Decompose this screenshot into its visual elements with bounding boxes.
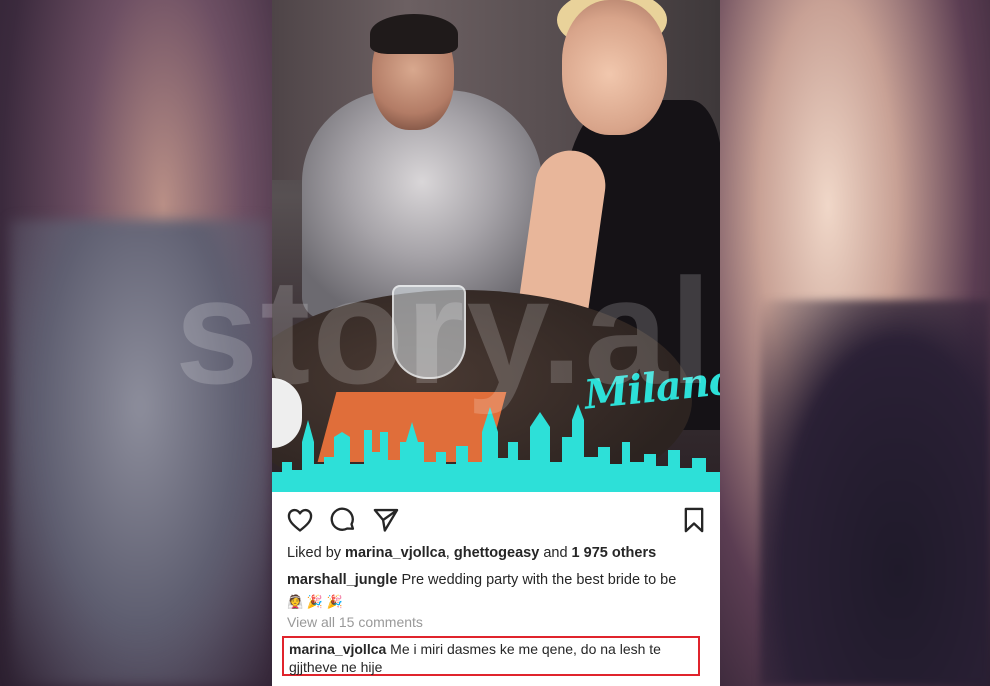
blurred-background-right [720, 0, 990, 686]
post-caption: marshall_jungle Pre wedding party with t… [287, 570, 707, 613]
photo-man-hair [370, 14, 458, 54]
blurred-background-left [0, 0, 272, 686]
milano-skyline-sticker [272, 404, 720, 492]
likes-and: and [543, 545, 568, 561]
likes-summary: Liked by marina_vjollca, ghettogeasy and… [287, 545, 656, 561]
liker-link[interactable]: marina_vjollca [345, 545, 446, 561]
instagram-post-card: Milano Liked by marina_vjollca, ghettoge… [272, 0, 720, 686]
comment-icon[interactable] [329, 506, 357, 534]
caption-emojis: 👰 🎉 🎉 [287, 594, 343, 609]
comment-username[interactable]: marina_vjollca [289, 641, 386, 657]
liker-link[interactable]: ghettogeasy [454, 545, 539, 561]
blurred-figure-right [760, 300, 990, 686]
post-action-bar [272, 502, 720, 538]
post-photo[interactable]: Milano [272, 0, 720, 492]
photo-woman-head [562, 0, 667, 135]
likes-prefix: Liked by [287, 545, 342, 561]
caption-text: Pre wedding party with the best bride to… [401, 572, 677, 588]
photo-glass [392, 285, 466, 379]
heart-icon[interactable] [286, 506, 314, 534]
highlighted-comment: marina_vjollca Me i miri dasmes ke me qe… [282, 636, 700, 676]
view-all-comments-link[interactable]: View all 15 comments [287, 614, 423, 630]
caption-username[interactable]: marshall_jungle [287, 572, 397, 588]
likes-separator: , [445, 545, 450, 561]
blurred-figure-left [10, 220, 270, 686]
send-icon[interactable] [372, 506, 400, 534]
likes-count-link[interactable]: 1 975 others [572, 545, 657, 561]
bookmark-icon[interactable] [680, 506, 708, 534]
